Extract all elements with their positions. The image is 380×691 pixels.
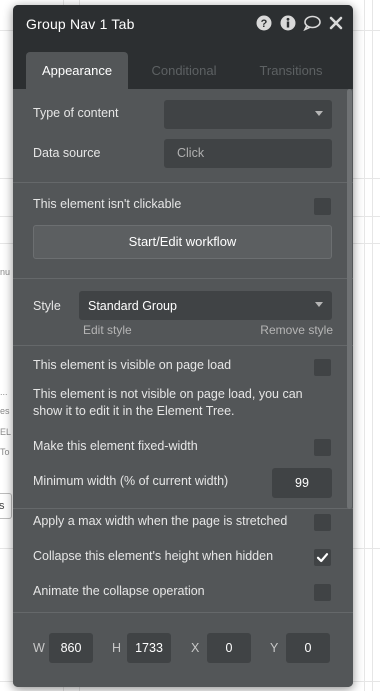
type-of-content-dropdown[interactable] — [164, 100, 332, 129]
style-value: Standard Group — [88, 299, 177, 313]
style-dropdown[interactable]: Standard Group — [79, 291, 332, 320]
visibility-note: This element is not visible on page load… — [33, 387, 303, 418]
width-input[interactable]: 860 — [49, 633, 93, 663]
chevron-down-icon — [315, 302, 323, 307]
section-divider — [13, 508, 353, 509]
tab-appearance[interactable]: Appearance — [26, 52, 128, 89]
min-width-label: Minimum width (% of current width) — [33, 474, 229, 488]
max-width-checkbox[interactable] — [314, 514, 331, 531]
remove-style-link[interactable]: Remove style — [260, 323, 333, 337]
type-of-content-label: Type of content — [33, 106, 119, 120]
background-text: EL — [0, 427, 12, 437]
collapse-checkbox[interactable] — [314, 549, 331, 566]
close-icon[interactable] — [327, 14, 345, 32]
section-divider — [13, 182, 353, 183]
x-input[interactable]: 0 — [207, 633, 251, 663]
section-divider — [13, 278, 353, 279]
fixed-width-label: Make this element fixed-width — [33, 439, 198, 453]
background-field: ts — [0, 493, 12, 519]
style-label: Style — [33, 299, 61, 313]
chevron-down-icon — [315, 111, 323, 116]
section-divider — [13, 612, 353, 613]
height-label: H — [112, 641, 122, 655]
not-clickable-label: This element isn't clickable — [33, 197, 182, 211]
tab-conditional[interactable]: Conditional — [134, 52, 234, 89]
panel-titlebar[interactable]: Group Nav 1 Tab ? — [13, 5, 353, 43]
max-width-label: Apply a max width when the page is stret… — [33, 514, 288, 528]
section-divider — [13, 345, 353, 346]
background-text: ... — [0, 387, 8, 397]
comment-icon[interactable] — [303, 14, 321, 32]
data-source-input[interactable]: Click — [164, 139, 332, 168]
property-editor-panel: Group Nav 1 Tab ? Appearance Conditional… — [13, 5, 353, 687]
background-gridline — [364, 0, 365, 691]
panel-title: Group Nav 1 Tab — [26, 16, 135, 32]
animate-collapse-label: Animate the collapse operation — [33, 584, 205, 598]
background-text: nu — [0, 267, 11, 277]
background-text: es — [0, 406, 10, 416]
svg-text:?: ? — [261, 18, 268, 30]
visible-on-load-label: This element is visible on page load — [33, 358, 232, 372]
fixed-width-checkbox[interactable] — [314, 439, 331, 456]
background-text: To — [0, 447, 10, 457]
not-clickable-checkbox[interactable] — [314, 198, 331, 215]
y-input[interactable]: 0 — [286, 633, 330, 663]
panel-scrollbar[interactable] — [347, 89, 352, 509]
visible-on-load-checkbox[interactable] — [314, 359, 331, 376]
y-label: Y — [270, 641, 279, 655]
x-label: X — [191, 641, 200, 655]
min-width-input[interactable]: 99 — [272, 468, 332, 498]
start-edit-workflow-button[interactable]: Start/Edit workflow — [33, 225, 332, 259]
question-circle-icon[interactable]: ? — [255, 14, 273, 32]
dimensions-footer: W 860 H 1733 X 0 Y 0 — [13, 617, 353, 687]
edit-style-link[interactable]: Edit style — [83, 323, 132, 337]
height-input[interactable]: 1733 — [127, 633, 171, 663]
panel-title-icons: ? — [255, 14, 345, 32]
width-label: W — [33, 641, 45, 655]
data-source-label: Data source — [33, 146, 101, 160]
panel-tabs: Appearance Conditional Transitions — [13, 43, 353, 89]
tab-transitions[interactable]: Transitions — [241, 52, 341, 89]
info-circle-icon[interactable] — [279, 14, 297, 32]
collapse-label: Collapse this element's height when hidd… — [33, 549, 274, 563]
background-gridline — [372, 0, 373, 691]
checkmark-icon — [316, 553, 329, 563]
animate-collapse-checkbox[interactable] — [314, 584, 331, 601]
